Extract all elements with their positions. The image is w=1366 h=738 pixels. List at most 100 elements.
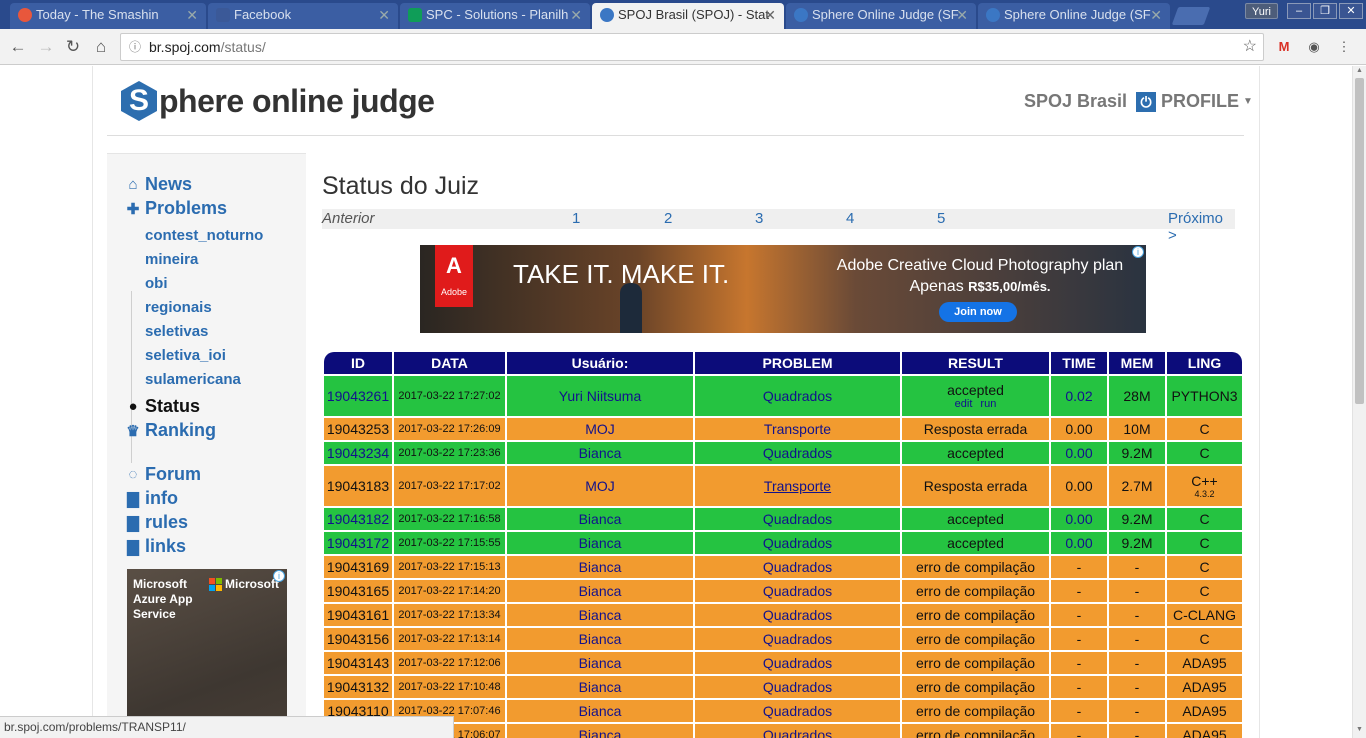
close-icon[interactable]: ✕ (186, 3, 198, 27)
new-tab-button[interactable] (1171, 7, 1211, 25)
sidebar-item-info[interactable]: ▇ info (125, 488, 178, 509)
pager-page[interactable]: 1 (572, 210, 580, 227)
home-icon[interactable]: ⌂ (91, 37, 111, 57)
submission-id-link[interactable]: 19043132 (327, 679, 389, 695)
problem-link[interactable]: Transporte (764, 421, 831, 437)
sidebar-item-news[interactable]: ⌂ News (125, 174, 192, 195)
gmail-icon[interactable]: M (1276, 39, 1292, 55)
pager-page[interactable]: 2 (664, 210, 672, 227)
close-icon[interactable]: ✕ (378, 3, 390, 27)
join-now-button[interactable]: Join now (939, 302, 1017, 322)
time-link[interactable]: 0.00 (1065, 445, 1092, 461)
user-link[interactable]: Bianca (579, 511, 622, 527)
submission-id-link[interactable]: 19043253 (327, 421, 389, 437)
submission-id-link[interactable]: 19043156 (327, 631, 389, 647)
sidebar-item-status[interactable]: ● Status (125, 396, 200, 417)
submission-id-link[interactable]: 19043165 (327, 583, 389, 599)
sidebar-subitem[interactable]: sulamericana (145, 371, 241, 388)
submission-id-link[interactable]: 19043143 (327, 655, 389, 671)
browser-tab[interactable]: SPC - Solutions - Planilh ✕ (400, 3, 590, 29)
back-icon[interactable]: ← (8, 37, 28, 57)
user-link[interactable]: MOJ (585, 478, 615, 494)
scrollbar-thumb[interactable] (1355, 78, 1364, 404)
submission-id-link[interactable]: 19043161 (327, 607, 389, 623)
browser-tab[interactable]: Sphere Online Judge (SF ✕ (978, 3, 1170, 29)
problem-link[interactable]: Quadrados (763, 559, 832, 575)
sidebar-item-ranking[interactable]: ♛ Ranking (125, 420, 216, 441)
problem-link[interactable]: Quadrados (763, 679, 832, 695)
problem-link[interactable]: Quadrados (763, 631, 832, 647)
user-link[interactable]: Bianca (579, 535, 622, 551)
browser-tab[interactable]: Facebook ✕ (208, 3, 398, 29)
adchoices-icon[interactable]: i (273, 570, 285, 582)
bookmark-star-icon[interactable]: ☆ (1243, 34, 1257, 60)
user-link[interactable]: Bianca (579, 583, 622, 599)
sidebar-ad[interactable]: Microsoft Azure App Service Microsoft i (127, 569, 287, 738)
reload-icon[interactable]: ↻ (63, 37, 83, 57)
submission-id-link[interactable]: 19043182 (327, 511, 389, 527)
adchoices-icon[interactable]: i (1132, 246, 1144, 258)
pager-page[interactable]: 4 (846, 210, 854, 227)
submission-id-link[interactable]: 19043169 (327, 559, 389, 575)
forward-icon[interactable]: → (36, 37, 56, 57)
adobe-banner-ad[interactable]: A Adobe TAKE IT. MAKE IT. Adobe Creative… (420, 245, 1146, 333)
time-link[interactable]: 0.00 (1065, 535, 1092, 551)
close-icon[interactable]: ✕ (1150, 3, 1162, 27)
submission-id-link[interactable]: 19043234 (327, 445, 389, 461)
profile-menu[interactable]: ⏻ PROFILE ▼ (1136, 91, 1253, 112)
problem-link[interactable]: Quadrados (763, 445, 832, 461)
scroll-up-icon[interactable]: ▲ (1356, 67, 1363, 74)
site-logo[interactable]: S phere online judge (121, 81, 435, 121)
problem-link[interactable]: Quadrados (763, 535, 832, 551)
sidebar-subitem[interactable]: contest_noturno (145, 227, 263, 244)
problem-link[interactable]: Quadrados (763, 388, 832, 404)
close-icon[interactable]: ✕ (764, 3, 776, 27)
sidebar-item-forum[interactable]: ◌ Forum (125, 464, 201, 485)
browser-tab[interactable]: Sphere Online Judge (SF ✕ (786, 3, 976, 29)
sidebar-item-rules[interactable]: ▇ rules (125, 512, 188, 533)
info-icon[interactable]: ⓘ (129, 34, 141, 60)
user-link[interactable]: Bianca (579, 559, 622, 575)
user-link[interactable]: Bianca (579, 445, 622, 461)
user-link[interactable]: Bianca (579, 607, 622, 623)
sidebar-subitem[interactable]: regionais (145, 299, 212, 316)
problem-link[interactable]: Quadrados (763, 655, 832, 671)
problem-link[interactable]: Transporte (764, 478, 831, 494)
address-bar[interactable]: ⓘ br.spoj.com/status/ ☆ (120, 33, 1264, 61)
profile-badge[interactable]: Yuri (1245, 3, 1278, 19)
result-action-link[interactable]: edit (955, 398, 973, 410)
problem-link[interactable]: Quadrados (763, 583, 832, 599)
result-action-link[interactable]: run (980, 398, 996, 410)
minimize-button[interactable]: – (1287, 3, 1311, 19)
site-name-link[interactable]: SPOJ Brasil (1024, 91, 1127, 112)
sidebar-subitem[interactable]: seletiva_ioi (145, 347, 226, 364)
pager-page[interactable]: 5 (937, 210, 945, 227)
close-window-button[interactable]: ✕ (1339, 3, 1363, 19)
menu-icon[interactable]: ⋮ (1336, 39, 1352, 55)
sidebar-subitem[interactable]: seletivas (145, 323, 208, 340)
user-link[interactable]: Bianca (579, 655, 622, 671)
sidebar-item-problems[interactable]: ✚ Problems (125, 198, 227, 219)
maximize-button[interactable]: ❐ (1313, 3, 1337, 19)
user-link[interactable]: Bianca (579, 679, 622, 695)
scroll-down-icon[interactable]: ▼ (1356, 726, 1363, 733)
problem-link[interactable]: Quadrados (763, 511, 832, 527)
time-link[interactable]: 0.02 (1065, 388, 1092, 404)
problem-link[interactable]: Quadrados (763, 703, 832, 719)
user-link[interactable]: Bianca (579, 631, 622, 647)
user-link[interactable]: Bianca (579, 703, 622, 719)
problem-link[interactable]: Quadrados (763, 727, 832, 738)
close-icon[interactable]: ✕ (956, 3, 968, 27)
browser-tab-active[interactable]: SPOJ Brasil (SPOJ) - Stat ✕ (592, 3, 784, 29)
submission-id-link[interactable]: 19043183 (327, 478, 389, 494)
user-link[interactable]: Bianca (579, 727, 622, 738)
submission-id-link[interactable]: 19043261 (327, 388, 389, 404)
extension-icon[interactable]: ◉ (1306, 39, 1322, 55)
browser-tab[interactable]: Today - The Smashin ✕ (10, 3, 206, 29)
user-link[interactable]: Yuri Niitsuma (559, 388, 641, 404)
sidebar-item-links[interactable]: ▇ links (125, 536, 186, 557)
user-link[interactable]: MOJ (585, 421, 615, 437)
problem-link[interactable]: Quadrados (763, 607, 832, 623)
sidebar-subitem[interactable]: obi (145, 275, 168, 292)
pager-next[interactable]: Próximo > (1168, 210, 1235, 244)
